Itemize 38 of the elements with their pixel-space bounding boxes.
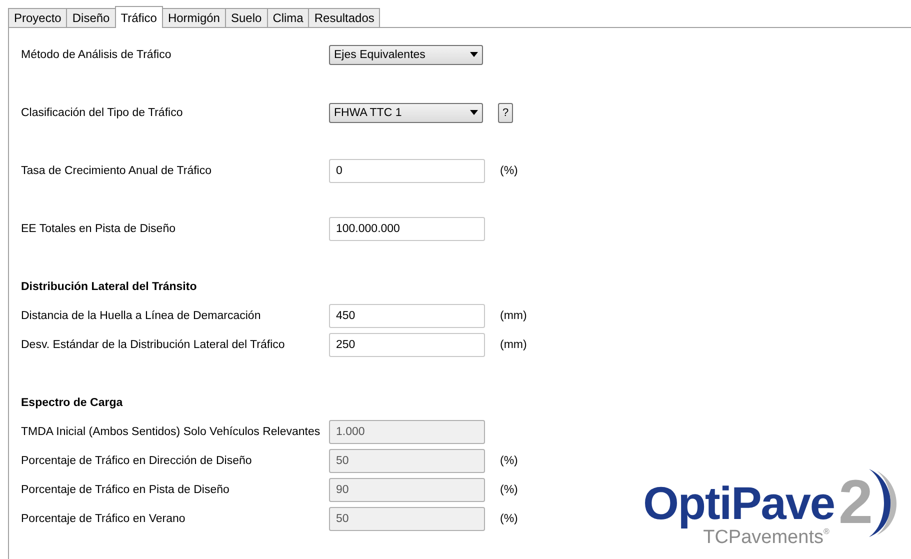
logo-number: 2 (838, 472, 873, 534)
tab[interactable]: Hormigón (162, 8, 226, 27)
tab[interactable]: Proyecto (8, 8, 68, 27)
tab[interactable]: Tráfico (114, 6, 163, 28)
field-label: Clasificación del Tipo de Tráfico (21, 106, 184, 118)
help-button[interactable]: ? (498, 102, 513, 122)
unit-label: (%) (500, 512, 518, 524)
unit-label: (%) (500, 484, 518, 496)
tab[interactable]: Suelo (224, 8, 268, 27)
input-field[interactable]: 450 (329, 304, 485, 328)
unit-label: (%) (500, 454, 518, 466)
field-label: Método de Análisis de Tráfico (21, 48, 172, 60)
tab[interactable]: Diseño (66, 8, 116, 27)
input-field[interactable]: 250 (329, 332, 485, 356)
input-field[interactable]: 0 (329, 158, 485, 182)
registered-mark: ® (823, 527, 830, 536)
input-field[interactable]: 100.000.000 (329, 216, 485, 240)
field-label: Porcentaje de Tráfico en Pista de Diseño (21, 484, 230, 496)
tab[interactable]: Resultados (308, 8, 380, 27)
unit-label: (mm) (500, 338, 527, 350)
tab[interactable]: Clima (266, 8, 310, 27)
field-label: EE Totales en Pista de Diseño (21, 222, 176, 234)
caret-icon (470, 110, 478, 115)
logo-company: TCPavements (703, 527, 824, 548)
field-label: Porcentaje de Tráfico en Dirección de Diseño (21, 454, 253, 466)
section-heading: Distribución Lateral del Tránsito (21, 280, 197, 292)
field-label: Porcentaje de Tráfico en Verano (21, 512, 186, 524)
field-label: Distancia de la Huella a Línea de Demarcación (21, 310, 262, 322)
logo-wordmark: OptiPave (643, 476, 835, 529)
unit-label: (%) (500, 164, 518, 176)
caret-icon (470, 52, 478, 57)
field-label: TMDA Inicial (Ambos Sentidos) Solo Vehículos Relevantes (21, 426, 322, 438)
field-label: Desv. Estándar de la Distribución Lateral del Tráfico (21, 338, 286, 350)
dropdown[interactable]: Ejes Equivalentes (329, 44, 483, 64)
field-label: Tasa de Crecimiento Anual de Tráfico (21, 164, 212, 176)
section-heading: Espectro de Carga (21, 396, 123, 408)
unit-label: (mm) (500, 310, 527, 322)
dropdown[interactable]: FHWA TTC 1 (329, 102, 483, 122)
